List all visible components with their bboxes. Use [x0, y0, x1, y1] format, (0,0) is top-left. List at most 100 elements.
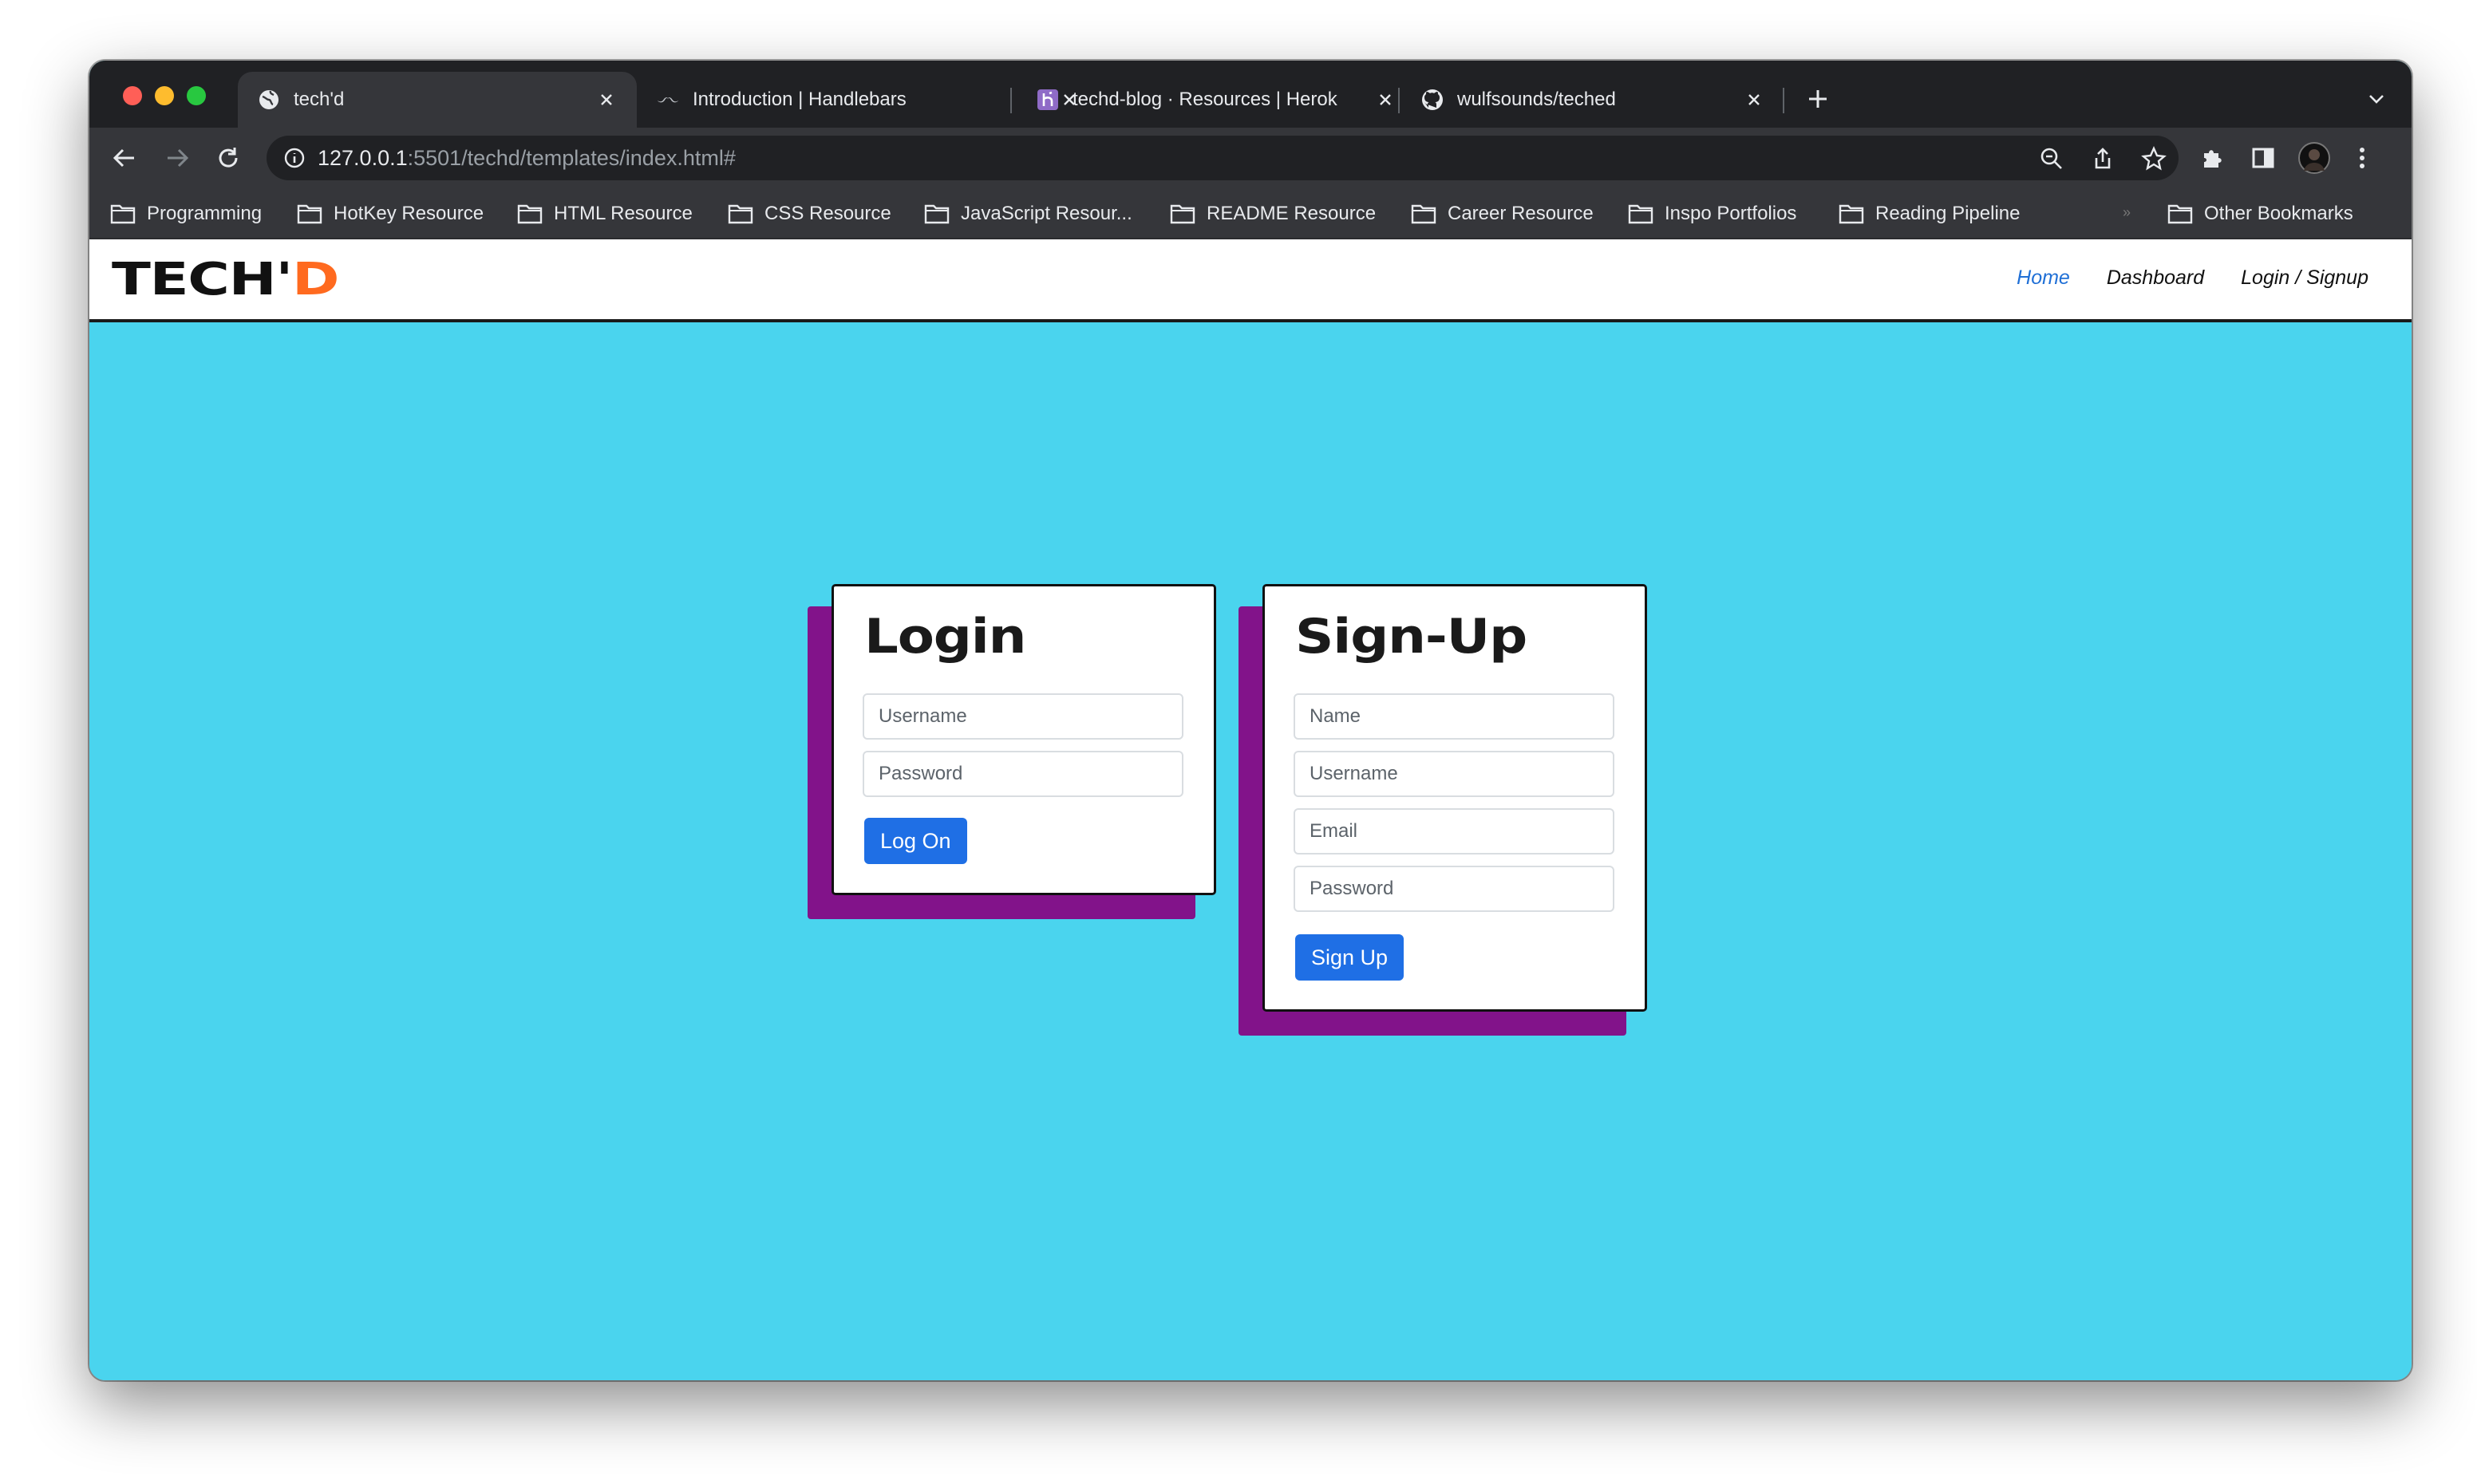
extensions-button[interactable]	[2196, 142, 2228, 174]
reload-icon	[219, 148, 238, 168]
other-bookmarks-folder[interactable]: Other Bookmarks	[2167, 199, 2353, 228]
bookmark-folder[interactable]: HotKey Resource	[297, 199, 484, 228]
zoom-window-button[interactable]	[187, 86, 206, 105]
minimize-window-button[interactable]	[155, 86, 174, 105]
login-title: Login	[864, 609, 1026, 665]
tab-separator	[1010, 88, 1012, 113]
log-on-button[interactable]: Log On	[864, 818, 967, 864]
logo-accent: D	[292, 254, 340, 306]
bookmark-folder[interactable]: HTML Resource	[517, 199, 693, 228]
tab-strip: tech'd Introduction | Handlebars techd-b…	[89, 61, 2412, 128]
puzzle-icon	[2204, 150, 2222, 168]
arrow-left-icon	[113, 148, 134, 168]
folder-icon	[110, 204, 136, 224]
close-window-button[interactable]	[123, 86, 142, 105]
side-panel-icon	[2252, 148, 2274, 168]
github-icon	[1420, 88, 1444, 112]
arrow-right-icon	[168, 148, 189, 168]
bookmark-folder[interactable]: README Resource	[1170, 199, 1376, 228]
close-tab-icon[interactable]	[1743, 89, 1765, 111]
tab-heroku[interactable]: techd-blog · Resources | Herok	[1017, 72, 1416, 128]
close-tab-icon[interactable]	[1374, 89, 1397, 111]
login-card: Login Log On	[832, 584, 1216, 895]
bookmark-label: README Resource	[1207, 203, 1377, 224]
signup-email-input[interactable]	[1294, 808, 1614, 854]
side-panel-button[interactable]	[2247, 142, 2279, 174]
forward-button[interactable]	[160, 140, 195, 176]
folder-icon	[1170, 204, 1195, 224]
globe-icon	[257, 88, 281, 112]
chevron-down-icon	[2369, 95, 2384, 104]
bookmark-star-icon[interactable]	[2140, 145, 2167, 172]
site-navbar: TECH'D Home Dashboard Login / Signup	[89, 239, 2412, 322]
kebab-menu-icon	[2360, 148, 2364, 168]
signup-name-input[interactable]	[1294, 693, 1614, 740]
signup-card: Sign-Up Sign Up	[1262, 584, 1647, 1012]
folder-icon	[728, 204, 753, 224]
bookmarks-bar: Programming HotKey Resource HTML Resourc…	[89, 188, 2412, 239]
nav-link-dashboard[interactable]: Dashboard	[2107, 266, 2204, 290]
handlebars-mustache-icon	[656, 88, 680, 112]
site-logo[interactable]: TECH'D	[112, 254, 340, 306]
signup-username-input[interactable]	[1294, 751, 1614, 797]
tab-techd[interactable]: tech'd	[238, 72, 637, 128]
bookmark-folder[interactable]: Programming	[110, 199, 262, 228]
tab-search-button[interactable]	[2362, 85, 2391, 113]
sign-up-button[interactable]: Sign Up	[1295, 934, 1404, 981]
tab-title: techd-blog · Resources | Herok	[1073, 89, 1337, 110]
new-tab-button[interactable]	[1802, 83, 1834, 115]
folder-icon	[297, 204, 322, 224]
bookmark-label: Programming	[147, 203, 263, 224]
avatar-icon	[2304, 149, 2325, 171]
bookmark-folder[interactable]: Reading Pipeline	[1839, 199, 2020, 228]
tab-separator	[1398, 88, 1400, 113]
bookmark-label: JavaScript Resour...	[961, 203, 1132, 224]
folder-icon	[924, 204, 950, 224]
nav-link-home[interactable]: Home	[2017, 266, 2070, 290]
tab-title: tech'd	[294, 89, 345, 110]
browser-menu-button[interactable]	[2346, 142, 2378, 174]
url-path: :5501/techd/templates/index.html#	[407, 145, 736, 170]
folder-icon	[2167, 204, 2193, 224]
bookmark-label: HTML Resource	[554, 203, 693, 224]
signup-title: Sign-Up	[1295, 609, 1527, 665]
browser-window: tech'd Introduction | Handlebars techd-b…	[89, 61, 2412, 1380]
profile-avatar[interactable]	[2298, 142, 2330, 174]
bookmarks-overflow-chevron[interactable]: »	[2123, 204, 2131, 221]
back-button[interactable]	[107, 140, 142, 176]
info-icon[interactable]	[282, 146, 306, 170]
close-tab-icon[interactable]	[595, 89, 618, 111]
bookmark-label: Inspo Portfolios	[1665, 203, 1797, 224]
reload-button[interactable]	[211, 140, 246, 176]
bookmark-label: HotKey Resource	[334, 203, 484, 224]
nav-links: Home Dashboard Login / Signup	[2017, 266, 2368, 290]
login-password-input[interactable]	[863, 751, 1183, 797]
bookmark-label: Career Resource	[1448, 203, 1594, 224]
bookmark-label: Other Bookmarks	[2204, 203, 2353, 224]
folder-icon	[1839, 204, 1864, 224]
login-username-input[interactable]	[863, 693, 1183, 740]
signup-password-input[interactable]	[1294, 866, 1614, 912]
url-host: 127.0.0.1	[318, 145, 408, 170]
heroku-icon	[1036, 88, 1060, 112]
tab-separator	[1783, 88, 1784, 113]
zoom-icon[interactable]	[2038, 145, 2065, 172]
tab-title: wulfsounds/teched	[1457, 89, 1616, 110]
folder-icon	[517, 204, 543, 224]
bookmark-label: Reading Pipeline	[1875, 203, 2021, 224]
page-content: TECH'D Home Dashboard Login / Signup Log…	[89, 239, 2412, 1380]
share-icon[interactable]	[2089, 145, 2116, 172]
address-bar[interactable]: 127.0.0.1:5501/techd/templates/index.htm…	[267, 136, 2179, 180]
nav-link-login-signup[interactable]: Login / Signup	[2241, 266, 2368, 290]
bookmark-folder[interactable]: JavaScript Resour...	[924, 199, 1132, 228]
folder-icon	[1628, 204, 1653, 224]
bookmark-folder[interactable]: Career Resource	[1411, 199, 1594, 228]
bookmark-folder[interactable]: CSS Resource	[728, 199, 891, 228]
plus-icon	[1809, 90, 1827, 108]
folder-icon	[1411, 204, 1436, 224]
tab-github[interactable]: wulfsounds/teched	[1401, 72, 1784, 128]
bookmark-label: CSS Resource	[764, 203, 891, 224]
logo-text: TECH'	[112, 254, 293, 306]
url-text[interactable]: 127.0.0.1:5501/techd/templates/index.htm…	[318, 146, 736, 171]
bookmark-folder[interactable]: Inspo Portfolios	[1628, 199, 1796, 228]
